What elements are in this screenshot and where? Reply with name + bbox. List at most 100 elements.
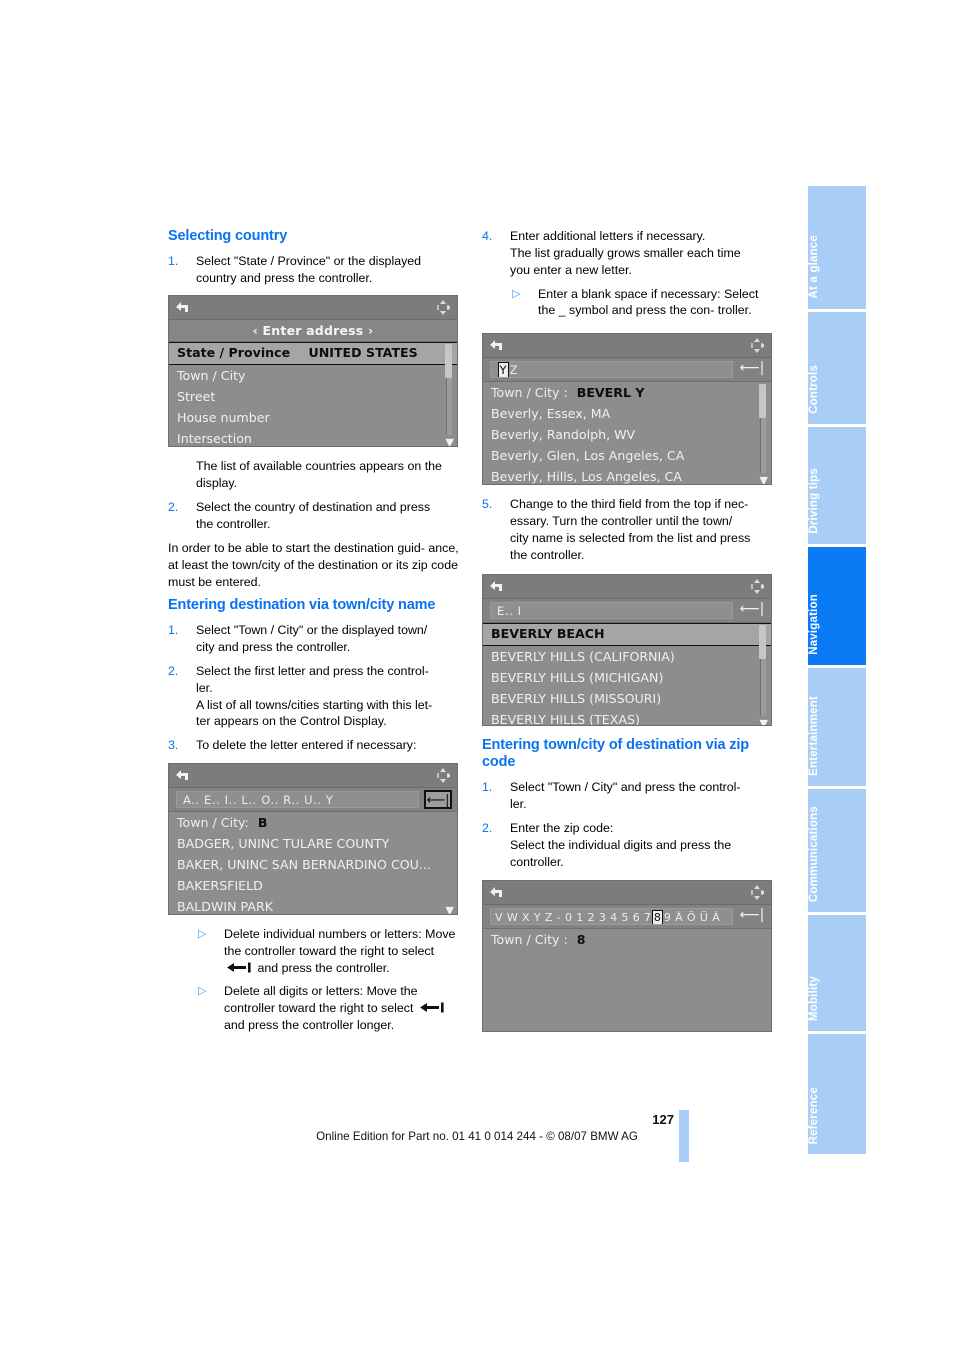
row-label: BEVERLY BEACH (491, 625, 605, 641)
list-item[interactable]: Intersection (169, 428, 457, 446)
step-text: Select the individual digits and press t… (510, 837, 732, 852)
step-number: 2. (168, 663, 179, 678)
list-item[interactable]: BAKER, UNINC SAN BERNARDINO COU... (169, 854, 457, 875)
list-item[interactable]: Beverly, Randolph, WV (483, 424, 771, 445)
digit-suffix: 9 Ä Ö Ü Á (663, 911, 721, 925)
enter-key-icon[interactable]: ⟵| (738, 360, 766, 379)
back-arrow-icon[interactable] (488, 885, 505, 899)
enter-key-icon[interactable]: ⟵| (738, 907, 766, 926)
scrollbar-thumb[interactable] (759, 624, 766, 659)
step-item: 2. Select the first letter and press the… (168, 663, 464, 730)
manual-page: Selecting country 1. Select "State / Pro… (0, 0, 954, 1350)
step-text: country and press the controller. (196, 270, 373, 285)
step-text: you enter a new letter. (510, 262, 632, 277)
scrollbar[interactable] (758, 624, 767, 725)
step-number: 1. (482, 780, 493, 795)
row-label: BAKERSFIELD (177, 878, 263, 894)
scrollbar[interactable] (444, 344, 453, 446)
screen-top-bar (169, 296, 457, 321)
list-item[interactable]: BEVERLY HILLS (TEXAS) (483, 709, 771, 725)
sidebar-item-driving-tips[interactable]: Driving tips (808, 427, 866, 544)
compass-icon (435, 299, 451, 316)
list-item[interactable]: BEVERLY BEACH (483, 622, 771, 646)
chevron-down-icon[interactable]: ▼ (446, 905, 454, 914)
selected-digit[interactable]: 8 (651, 910, 664, 925)
step-text: Enter additional letters if necessary. (510, 229, 706, 243)
bullet-text: Delete all digits or letters: (224, 983, 364, 998)
list-item[interactable]: BEVERLY HILLS (CALIFORNIA) (483, 646, 771, 667)
back-arrow-icon[interactable] (174, 300, 191, 314)
letter-strip[interactable]: A.. E.. I.. L.. O.. R.. U.. Y (176, 791, 419, 809)
row-label: BEVERLY HILLS (MICHIGAN) (491, 669, 664, 685)
bullet-item: ▷ Enter a blank space if necessary: Sele… (510, 286, 778, 320)
sidebar-item-navigation[interactable]: Navigation (808, 547, 866, 665)
row-label: Street (177, 389, 216, 405)
step-text: The list gradually grows smaller each ti… (510, 245, 741, 260)
step-number: 2. (482, 820, 493, 835)
step-item: 5. Change to the third field from the to… (482, 496, 778, 563)
digit-strip[interactable]: V W X Y Z - 0 1 2 3 4 5 6 789 Ä Ö Ü Á (490, 908, 733, 926)
tab-label: Entertainment (808, 696, 820, 776)
step-item: 1. Select "State / Province" or the disp… (168, 253, 464, 287)
tab-label: Mobility (808, 975, 820, 1021)
list-item[interactable]: Town / City (169, 365, 457, 386)
screen-list: State / Province UNITED STATES Town / Ci… (169, 342, 457, 447)
screen-list: Town / City : BEVERL Y Beverly, Essex, MA… (483, 382, 771, 485)
list-item[interactable]: BALDWIN PARK (169, 896, 457, 915)
query-label: Town / City: (177, 815, 249, 831)
list-item[interactable]: Beverly, Essex, MA (483, 403, 771, 424)
sidebar-item-communications[interactable]: Communications (808, 789, 866, 912)
scrollbar-thumb[interactable] (759, 384, 766, 419)
sidebar-item-controls[interactable]: Controls (808, 312, 866, 424)
list-item[interactable]: Beverly, Hills, Los Angeles, CA (483, 466, 771, 484)
keyboard-row[interactable]: E.. I ⟵| (483, 598, 771, 623)
step-text: Select the country of destination and pr… (196, 500, 431, 515)
tab-label: Navigation (808, 594, 820, 655)
chevron-down-icon[interactable]: ▼ (760, 475, 768, 484)
row-label: Town / City (177, 368, 246, 384)
keyboard-row[interactable]: V W X Y Z - 0 1 2 3 4 5 6 789 Ä Ö Ü Á ⟵| (483, 905, 771, 930)
keyboard-row[interactable]: YZ ⟵| (483, 358, 771, 383)
step-number: 2. (168, 500, 179, 515)
keyboard-row[interactable]: A.. E.. I.. L.. O.. R.. U.. Y ⟵| (169, 788, 457, 813)
row-label: House number (177, 410, 270, 426)
list-item[interactable]: BEVERLY HILLS (MISSOURI) (483, 688, 771, 709)
chevron-down-icon[interactable]: ▼ (760, 718, 768, 725)
list-item[interactable]: State / Province UNITED STATES (169, 342, 457, 366)
delete-arrow-icon (226, 961, 252, 978)
paragraph: In order to be able to start the destina… (168, 540, 464, 591)
step-text: city name is selected from the list and … (510, 531, 751, 546)
right-column: 4. Enter additional letters if necessary… (482, 228, 778, 1043)
row-label: BALDWIN PARK (177, 899, 273, 915)
chevron-down-icon[interactable]: ▼ (446, 437, 454, 446)
enter-key-icon[interactable]: ⟵| (738, 601, 766, 620)
sidebar-item-entertainment[interactable]: Entertainment (808, 668, 866, 786)
letter-strip[interactable]: YZ (490, 361, 733, 379)
selected-letter[interactable]: Y (497, 362, 510, 378)
sidebar-item-at-a-glance[interactable]: At a glance (808, 186, 866, 309)
query-value: B (257, 815, 268, 831)
idrive-screen-enter-address: ‹ Enter address › State / Province UNITE… (168, 295, 458, 448)
back-arrow-icon[interactable] (488, 338, 505, 352)
list-item[interactable]: BEVERLY HILLS (MICHIGAN) (483, 667, 771, 688)
paragraph-line: In order to be able to start the destina… (168, 540, 425, 555)
back-arrow-icon[interactable] (488, 579, 505, 593)
scrollbar[interactable] (758, 384, 767, 484)
bullet-text: troller. (717, 303, 752, 318)
compass-icon (435, 767, 451, 784)
list-item[interactable]: Beverly, Glen, Los Angeles, CA (483, 445, 771, 466)
list-item[interactable]: Street (169, 386, 457, 407)
sidebar-item-mobility[interactable]: Mobility (808, 915, 866, 1031)
query-row: Town / City : BEVERL Y (483, 382, 771, 403)
letter-strip[interactable]: E.. I (490, 601, 733, 619)
list-item[interactable]: BAKERSFIELD (169, 875, 457, 896)
list-item[interactable]: House number (169, 407, 457, 428)
list-item[interactable]: BADGER, UNINC TULARE COUNTY (169, 833, 457, 854)
scrollbar-thumb[interactable] (445, 344, 452, 379)
bullet-text: select (401, 943, 435, 958)
back-arrow-icon[interactable] (174, 768, 191, 782)
query-label: Town / City : (491, 385, 568, 401)
enter-key-icon[interactable]: ⟵| (424, 790, 452, 810)
step-number: 5. (482, 497, 493, 512)
row-label: Beverly, Essex, MA (491, 406, 611, 422)
